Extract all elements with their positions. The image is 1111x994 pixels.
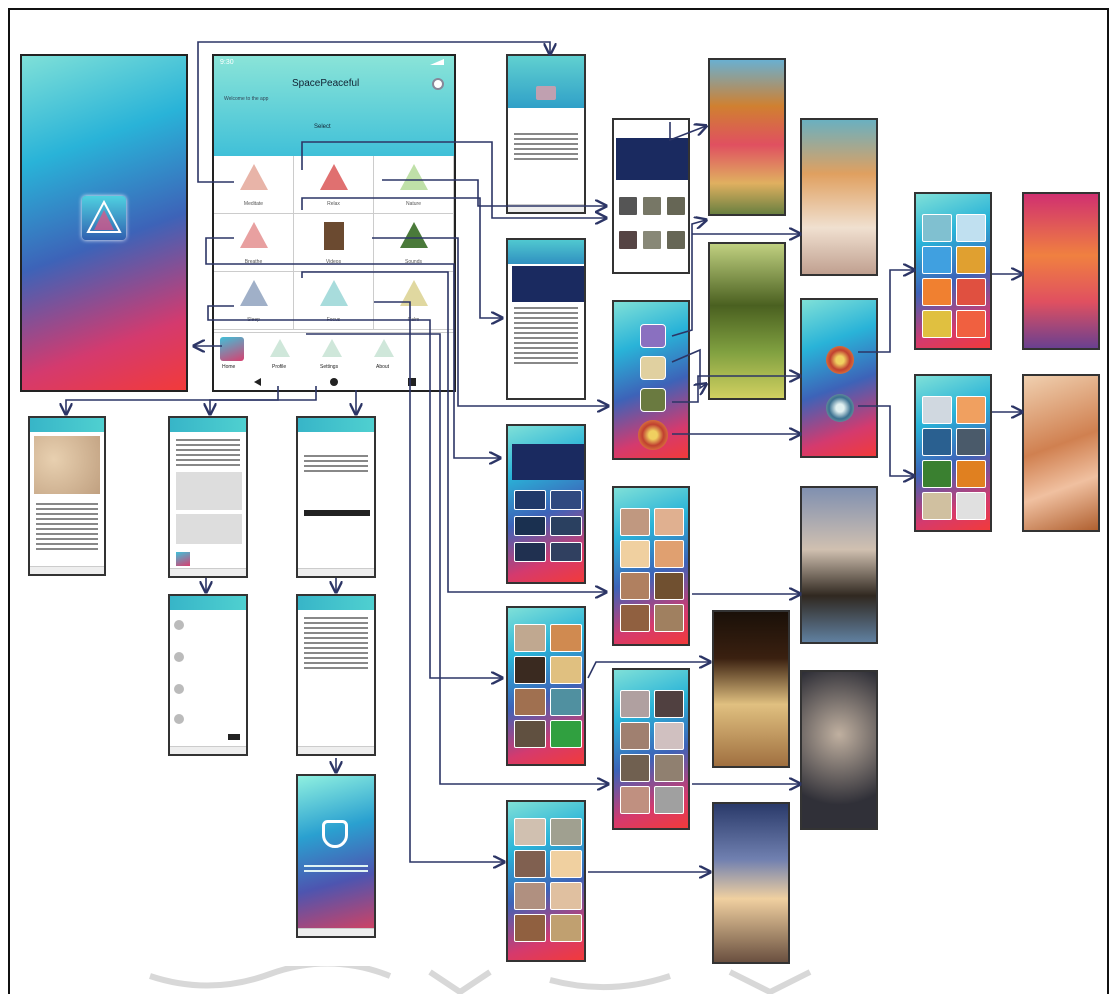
about-screen [28,416,106,576]
cat-photo [800,118,878,276]
player-screen-1 [506,54,586,214]
grid-item[interactable]: Relax [294,156,374,214]
grid-item[interactable]: Sounds [374,214,454,272]
home-nav-icon[interactable] [330,378,338,386]
article-screen [506,238,586,400]
home-screen: 9:30 SpacePeaceful Welcome to the app Se… [212,54,456,392]
settings-icon[interactable] [432,78,444,90]
settings-screen [296,416,376,578]
diagram-frame: 9:30 SpacePeaceful Welcome to the app Se… [8,8,1109,994]
status-time: 9:30 [220,59,234,66]
splash-screen [20,54,188,392]
grid-item[interactable]: Calm [374,272,454,330]
home-subtitle: Welcome to the app [224,96,269,102]
bottom-item-profile[interactable]: Profile [272,364,286,370]
autumn-trees-photo [708,58,786,216]
profile-list-screen [168,594,248,756]
sunlight-grid-screen [612,486,690,646]
app-title: SpacePeaceful [292,78,360,89]
app-logo-icon [82,196,126,240]
mandala-icon [638,420,668,450]
back-icon[interactable] [254,378,261,386]
settings-form-screen [296,594,376,756]
grid-item[interactable]: Sleep [214,272,294,330]
android-nav [214,374,454,390]
profile-screen [168,416,248,578]
bottom-item-settings[interactable]: Settings [320,364,338,370]
hand-sunset-photo [800,486,878,644]
color-grid-screen [914,192,992,350]
clouds-photo [1022,192,1100,350]
video-list-screen [506,424,586,584]
heart-bokeh-photo [800,670,878,830]
grid-item[interactable]: Videos [294,214,374,272]
video-gallery-screen [612,118,690,274]
bottom-bar: Home Profile Settings About [214,332,454,374]
forest-photo [708,242,786,400]
sunrise-hand-photo [712,802,790,964]
mandala-red-icon [826,346,854,374]
section-label: Select [314,124,331,130]
home-header: 9:30 SpacePeaceful Welcome to the app Se… [214,56,454,156]
shield-icon [322,820,348,848]
hands-grid-screen [506,800,586,962]
sounds-screen [612,300,690,460]
mandala-blue-icon [826,394,854,422]
texture-grid-screen [914,374,992,532]
silk-photo [1022,374,1100,532]
grid-item[interactable]: Breathe [214,214,294,272]
bottom-item-about[interactable]: About [376,364,389,370]
candles-photo [712,610,790,768]
mandala-screen [800,298,878,458]
bottom-item-home[interactable] [220,337,244,361]
bokeh-grid-screen [612,668,690,830]
candles-grid-screen [506,606,586,766]
grid-item[interactable]: Nature [374,156,454,214]
watermark [149,966,812,994]
grid-item[interactable]: Meditate [214,156,294,214]
security-screen [296,774,376,938]
feature-grid: Meditate Relax Nature Breathe Videos Sou… [214,156,454,332]
signal-icon [430,59,444,65]
recents-icon[interactable] [408,378,416,386]
grid-item[interactable]: Focus [294,272,374,330]
